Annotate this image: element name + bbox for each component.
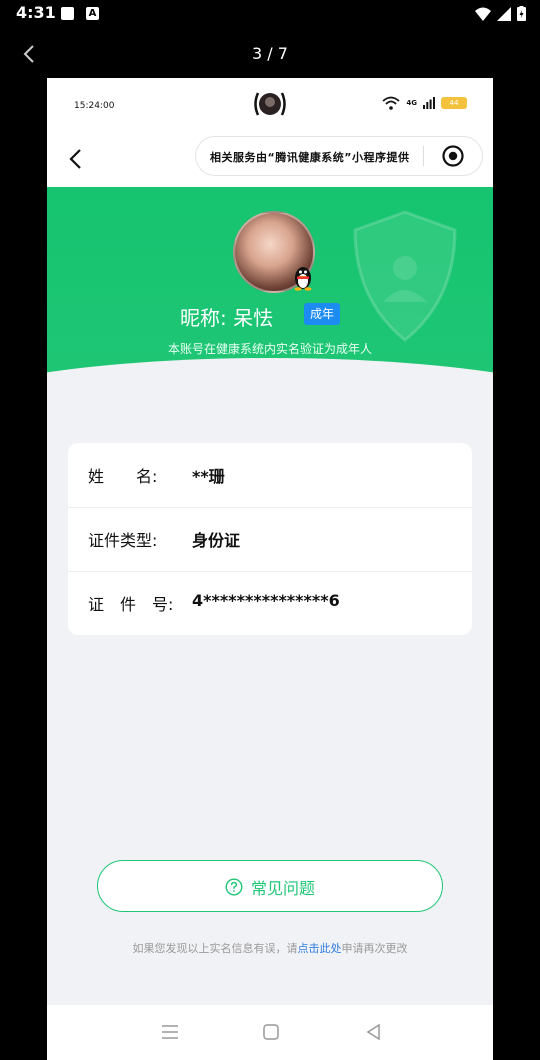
inner-time: 15:24:00 [74,101,115,111]
mini-program-nav-bar: 相关服务由“腾讯健康系统”小程序提供 [47,132,493,187]
wifi-icon [475,7,491,21]
nickname: 昵称: 呆怯 [180,306,274,330]
page-counter: 3 / 7 [252,44,288,63]
faq-button[interactable]: 常见问题 [97,860,443,912]
battery-icon [517,6,526,21]
signal-icon [497,6,511,21]
camera-icon [254,92,286,116]
info-label: 证件类型: [88,531,158,550]
mini-program-capsule[interactable]: 相关服务由“腾讯健康系统”小程序提供 [195,136,483,176]
info-row-id-type: 证件类型: 身份证 [68,507,472,571]
system-indicators [475,6,526,21]
a-icon: A [86,7,99,20]
gallery-top-bar: 3 / 7 [0,36,540,72]
home-square-icon[interactable] [262,1023,280,1041]
help-circle-icon [225,878,243,896]
change-info-link[interactable]: 点击此处 [298,942,342,955]
footer-note: 如果您发现以上实名信息有误，请点击此处申请再次更改 [47,940,493,956]
footer-prefix: 如果您发现以上实名信息有误，请 [132,942,298,955]
info-row-name: 姓 名: **珊 [68,443,472,507]
battery-icon: 44 [441,97,467,109]
info-label: 姓 名: [88,467,158,486]
info-row-id-number: 证 件 号: 4***************6 [68,571,472,635]
info-value: 4***************6 [192,591,340,610]
footer-suffix: 申请再次更改 [341,942,408,955]
info-value: 身份证 [192,531,241,550]
wifi-icon [382,96,400,110]
shield-icon [353,210,457,342]
info-value: **珊 [192,467,225,486]
inner-status-bar: 15:24:00 4G 44 [47,78,493,132]
back-triangle-icon[interactable] [365,1023,383,1041]
menu-icon[interactable] [161,1023,179,1041]
image-icon [61,7,74,20]
info-label: 证 件 号: [88,595,174,614]
real-name-info-card: 姓 名: **珊 证件类型: 身份证 证 件 号: 4*************… [68,443,472,635]
qq-penguin-icon [294,267,312,291]
faq-label: 常见问题 [250,879,315,898]
network-type: 4G [406,99,417,107]
verification-note: 本账号在健康系统内实名验证为成年人 [167,342,372,356]
capsule-divider [423,146,424,166]
embedded-screenshot[interactable]: 15:24:00 4G 44 相关服务由“腾讯健康系统”小程序提供 昵称: 呆怯… [47,78,493,1060]
target-icon[interactable] [442,145,464,167]
inner-indicators: 4G 44 [382,96,467,110]
back-chevron-icon[interactable] [65,145,87,173]
signal-icon [423,97,435,109]
capsule-service-text: 相关服务由“腾讯健康系统”小程序提供 [210,151,410,164]
system-time: 4:31 [16,3,56,22]
system-status-bar: 4:31 A [0,0,540,28]
android-nav-bar [47,1005,493,1060]
age-status-badge: 成年 [304,303,340,325]
